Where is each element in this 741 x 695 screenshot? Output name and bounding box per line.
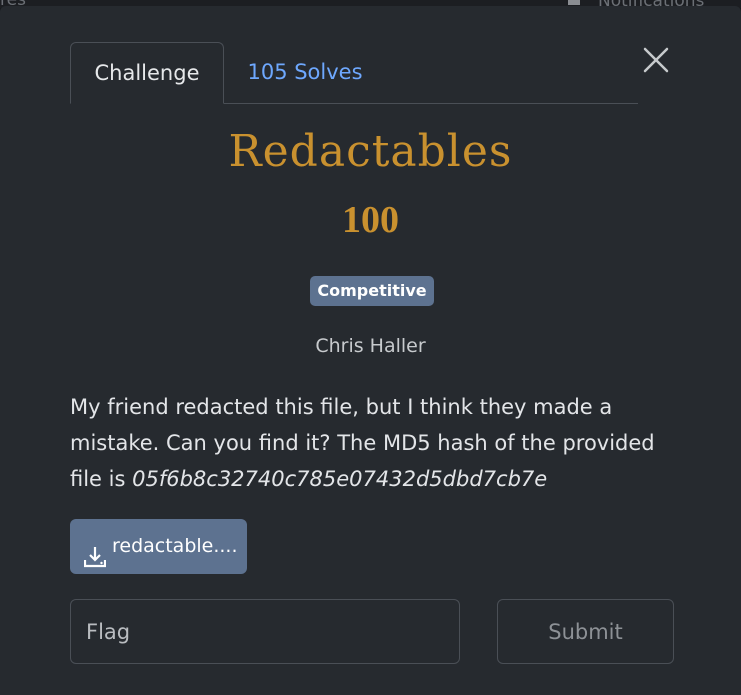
submit-button[interactable]: Submit [497, 599, 674, 664]
tab-solves[interactable]: 105 Solves [234, 42, 376, 103]
download-icon [83, 535, 107, 568]
category-badge: Competitive [310, 276, 434, 306]
challenge-modal: Challenge 105 Solves Redactables 100 Com… [0, 6, 741, 695]
challenge-title: Redactables [228, 126, 513, 177]
background-notification-indicator [568, 0, 580, 5]
challenge-description: My friend redacted this file, but I thin… [70, 389, 670, 497]
tab-bar: Challenge 105 Solves [70, 42, 638, 104]
file-name-label: redactable.... [112, 535, 238, 557]
flag-input[interactable] [70, 599, 460, 664]
challenge-author: Chris Haller [315, 335, 426, 357]
file-download-button[interactable]: redactable.... [70, 519, 247, 574]
md5-hash: 05f6b8c32740c785e07432d5dbd7cb7e [132, 467, 548, 491]
challenge-points: 100 [342, 199, 399, 241]
close-icon[interactable] [640, 44, 672, 76]
tab-challenge[interactable]: Challenge [70, 42, 224, 104]
